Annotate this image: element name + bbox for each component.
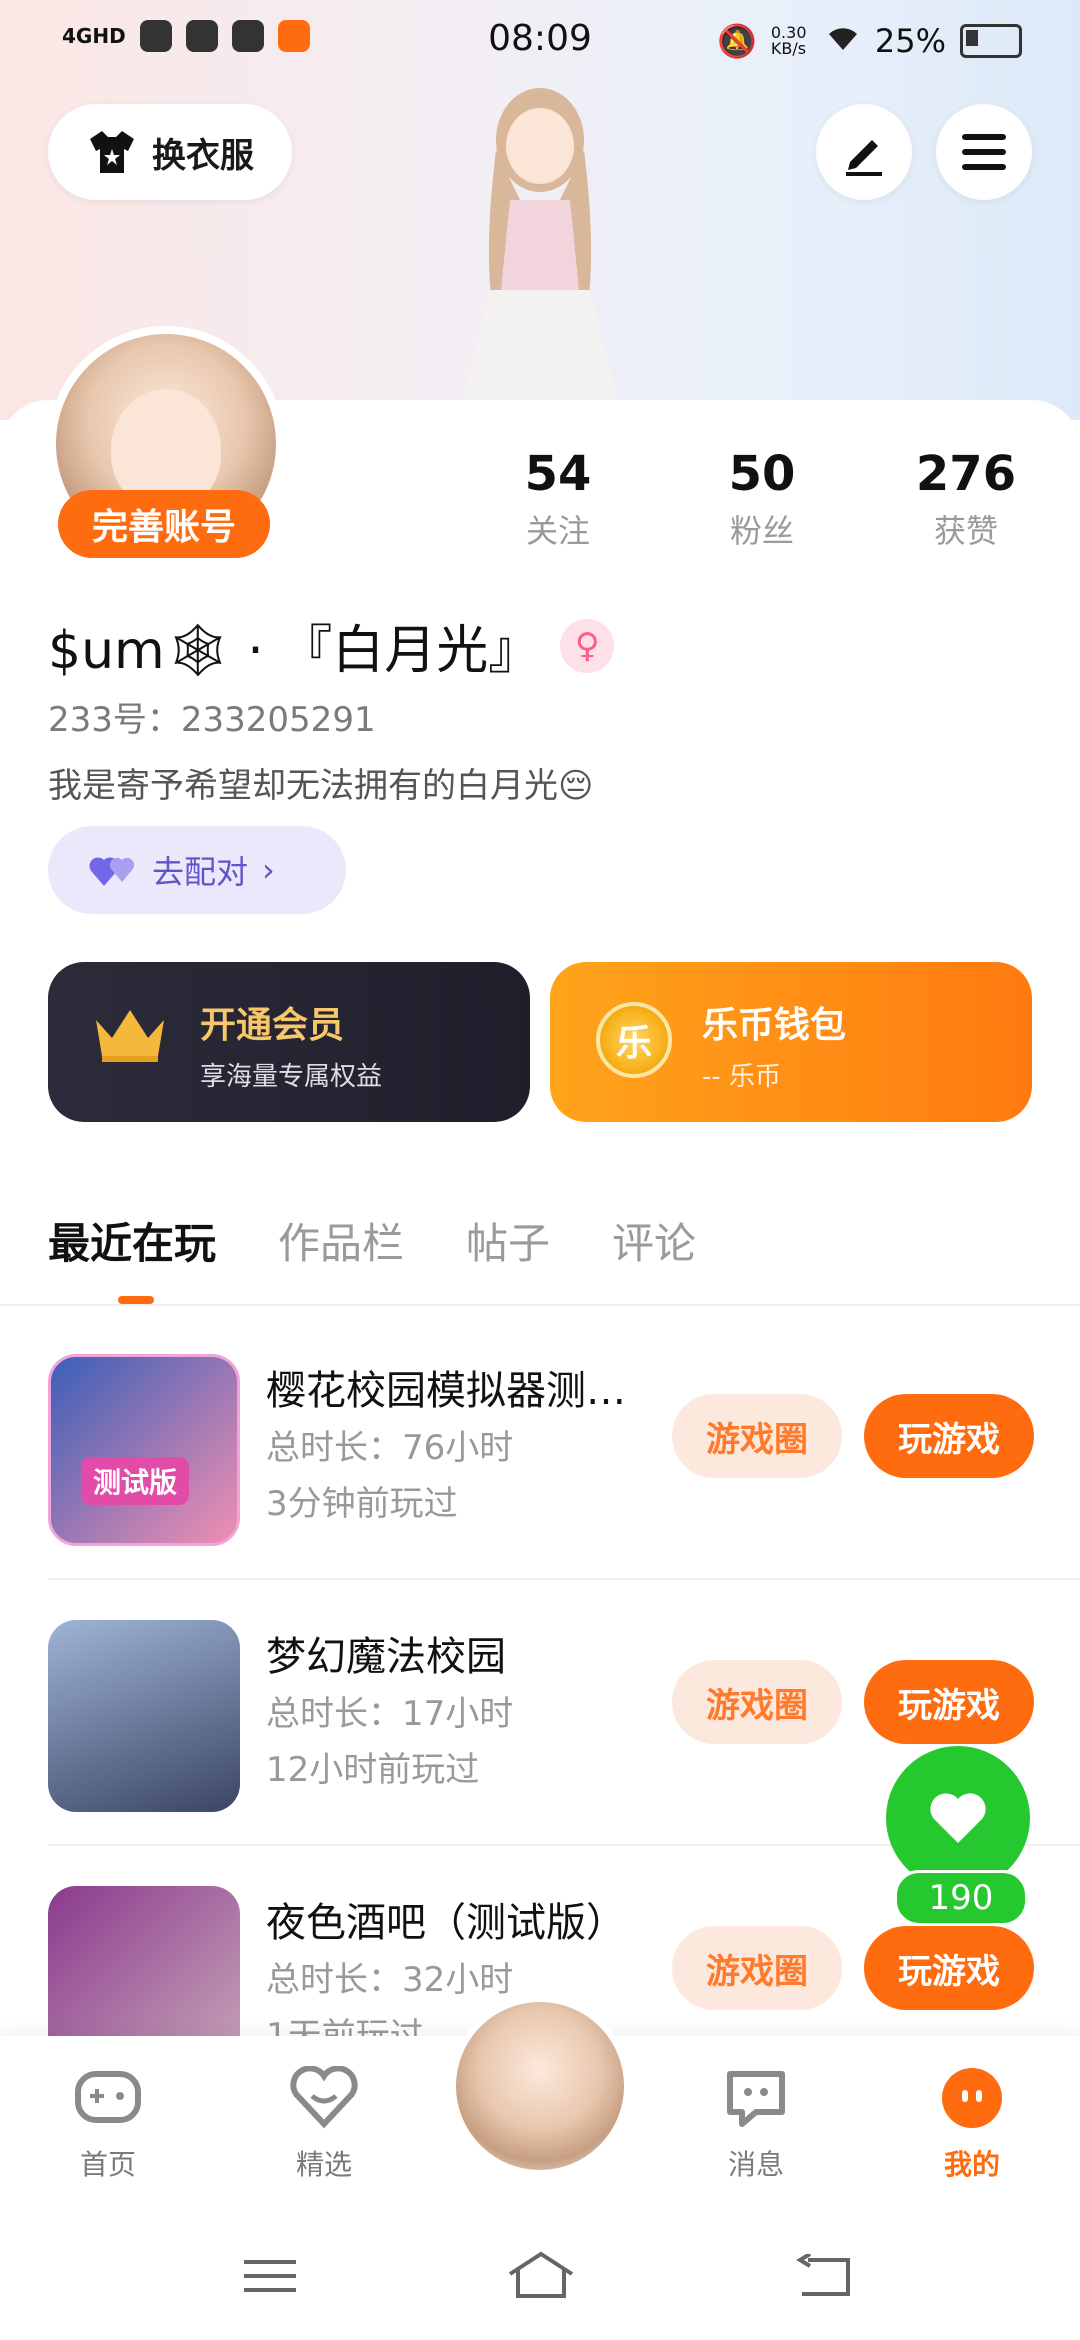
profile-face-icon: [942, 2068, 1002, 2128]
nav-label: 消息: [727, 2148, 784, 2181]
vip-title: 开通会员: [200, 1005, 345, 1046]
wifi-icon: [825, 22, 861, 60]
match-label: 去配对: [152, 853, 249, 891]
stat-followers[interactable]: 50 粉丝: [682, 446, 842, 552]
divider: [48, 1578, 1080, 1580]
game-thumbnail: [48, 1620, 240, 1812]
home-icon[interactable]: [506, 2250, 576, 2300]
play-duration: 总时长：32小时: [266, 1960, 514, 2000]
back-icon[interactable]: [796, 2254, 852, 2298]
nav-featured[interactable]: 精选: [254, 2065, 394, 2183]
female-icon: ♀: [560, 618, 615, 673]
pen-icon: [846, 140, 882, 176]
menu-button[interactable]: [936, 104, 1032, 200]
play-game-button[interactable]: 玩游戏: [864, 1926, 1034, 2010]
test-version-tag: 测试版: [81, 1457, 190, 1505]
play-duration: 总时长：76小时: [266, 1428, 514, 1468]
nav-messages[interactable]: 消息: [686, 2066, 826, 2183]
tab-recent[interactable]: 最近在玩: [48, 1210, 216, 1304]
change-outfit-button[interactable]: 换衣服: [48, 104, 292, 200]
hearts-icon: [89, 857, 135, 886]
nav-label: 首页: [79, 2148, 136, 2181]
tab-comments[interactable]: 评论: [612, 1210, 696, 1271]
heart-outline-icon: [290, 2065, 358, 2129]
status-right: 🔕 0.30 KB/s 25%: [717, 22, 1022, 60]
menu-icon: [962, 134, 1006, 170]
nav-avatar-button[interactable]: [450, 1996, 630, 2196]
nav-me[interactable]: 我的: [902, 2066, 1042, 2183]
divider: [0, 1304, 1080, 1306]
stat-label: 粉丝: [729, 512, 794, 550]
nav-label: 我的: [943, 2148, 1000, 2181]
shirt-icon: [90, 131, 134, 173]
game-circle-button[interactable]: 游戏圈: [672, 1660, 842, 1744]
wallet-title: 乐币钱包: [702, 1005, 847, 1046]
game-thumbnail: [48, 1886, 240, 2036]
username-row: $um🕸 · 『白月光』 ♀: [48, 608, 615, 683]
play-duration: 总时长：17小时: [266, 1694, 514, 1734]
battery-percent: 25%: [874, 22, 946, 60]
tab-works[interactable]: 作品栏: [278, 1210, 404, 1271]
play-game-button[interactable]: 玩游戏: [864, 1394, 1034, 1478]
wallet-subtitle: -- 乐币: [702, 1062, 782, 1092]
game-title: 夜色酒吧（测试版）: [266, 1900, 626, 1946]
gamepad-icon: [75, 2071, 141, 2123]
avatar-character[interactable]: [430, 80, 650, 410]
stat-likes[interactable]: 276 获赞: [886, 446, 1046, 552]
vip-card[interactable]: 开通会员 享海量专属权益: [48, 962, 530, 1122]
user-id: 233号：233205291: [48, 700, 376, 740]
status-bar: 4GHD 08:09 🔕 0.30 KB/s 25%: [0, 0, 1080, 80]
mute-icon: 🔕: [717, 22, 757, 60]
chat-icon: [727, 2071, 785, 2127]
tab-posts[interactable]: 帖子: [466, 1210, 550, 1271]
wallet-card[interactable]: 乐 乐币钱包 -- 乐币: [550, 962, 1032, 1122]
stat-value: 54: [524, 446, 592, 502]
match-button[interactable]: 去配对 ›: [48, 826, 346, 914]
like-count: 190: [894, 1870, 1028, 1926]
game-thumbnail: 测试版: [48, 1354, 240, 1546]
last-played: 12小时前玩过: [266, 1750, 480, 1790]
chevron-right-icon: ›: [262, 851, 275, 889]
stat-following[interactable]: 54 关注: [478, 446, 638, 552]
game-circle-button[interactable]: 游戏圈: [672, 1926, 842, 2010]
battery-icon: [960, 24, 1022, 58]
stat-value: 276: [915, 446, 1017, 502]
nav-label: 精选: [295, 2148, 352, 2181]
stat-label: 关注: [525, 512, 590, 550]
edit-profile-button[interactable]: [816, 104, 912, 200]
game-circle-button[interactable]: 游戏圈: [672, 1394, 842, 1478]
net-speed: 0.30 KB/s: [770, 23, 807, 58]
game-row[interactable]: 测试版 樱花校园模拟器测… 总时长：76小时 3分钟前玩过 游戏圈 玩游戏: [48, 1334, 1080, 1600]
username: $um🕸 · 『白月光』: [48, 621, 541, 681]
user-bio: 我是寄予希望却无法拥有的白月光😔: [48, 766, 594, 806]
like-button[interactable]: [886, 1746, 1030, 1890]
coin-icon: 乐: [596, 1002, 672, 1078]
system-navigation-bar: [0, 2216, 1080, 2340]
content-tabs: 最近在玩 作品栏 帖子 评论: [48, 1210, 696, 1304]
change-outfit-label: 换衣服: [152, 135, 254, 176]
nav-home[interactable]: 首页: [38, 2066, 178, 2183]
last-played: 3分钟前玩过: [266, 1484, 458, 1524]
complete-account-button[interactable]: 完善账号: [58, 490, 270, 558]
stat-label: 获赞: [933, 512, 998, 550]
play-game-button[interactable]: 玩游戏: [864, 1660, 1034, 1744]
recent-apps-icon[interactable]: [242, 2256, 298, 2296]
stat-value: 50: [728, 446, 796, 502]
avatar-image: [450, 1996, 630, 2176]
game-title: 樱花校园模拟器测…: [266, 1368, 626, 1414]
game-title: 梦幻魔法校园: [266, 1634, 506, 1680]
vip-subtitle: 享海量专属权益: [200, 1062, 383, 1092]
last-played: 1天前玩过: [266, 2016, 424, 2036]
heart-icon: [930, 1793, 986, 1843]
crown-icon: [96, 1010, 164, 1062]
